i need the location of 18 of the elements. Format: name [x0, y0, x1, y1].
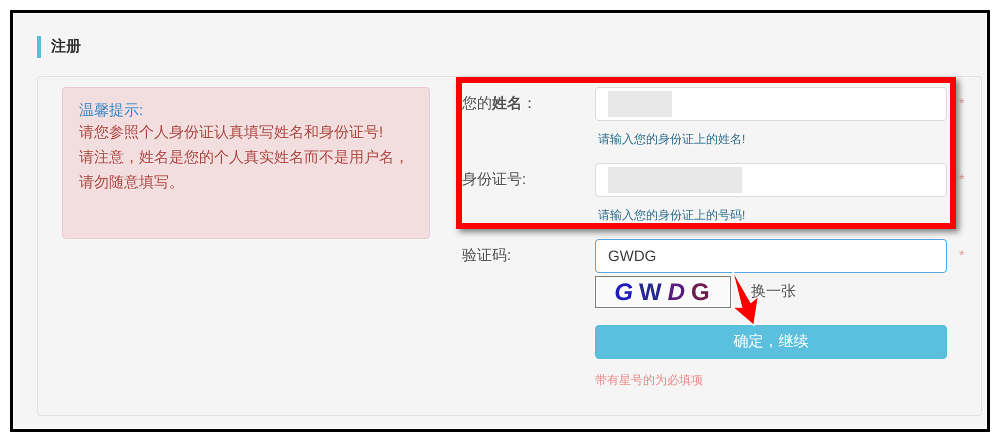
notice-text: 请您参照个人身份证认真填写姓名和身份证号!: [79, 123, 384, 143]
help-text: 请输入您的身份证上的号码!: [598, 208, 746, 222]
input-field[interactable]: GWDG: [595, 239, 947, 273]
required-asterisk: *: [959, 94, 964, 113]
required-asterisk: *: [959, 170, 964, 189]
field-label: 验证码:: [462, 246, 512, 266]
notice-text: 请注意，姓名是您的个人真实姓名而不是用户名，请勿随意填写。: [79, 148, 410, 193]
help-text: 请输入您的身份证上的姓名!: [598, 132, 746, 146]
field-label: 您的姓名：: [462, 94, 538, 114]
section-title: 注册: [51, 36, 81, 57]
notice-heading: 温馨提示:: [79, 102, 144, 120]
required-asterisk: *: [959, 246, 964, 265]
required-note: 带有星号的为必填项: [595, 372, 703, 389]
field-label: 身份证号:: [462, 170, 528, 190]
input-field[interactable]: [595, 163, 947, 197]
title-accent-bar: [37, 36, 41, 58]
refresh-captcha-link[interactable]: 换一张: [751, 280, 796, 304]
input-field[interactable]: [595, 87, 947, 121]
